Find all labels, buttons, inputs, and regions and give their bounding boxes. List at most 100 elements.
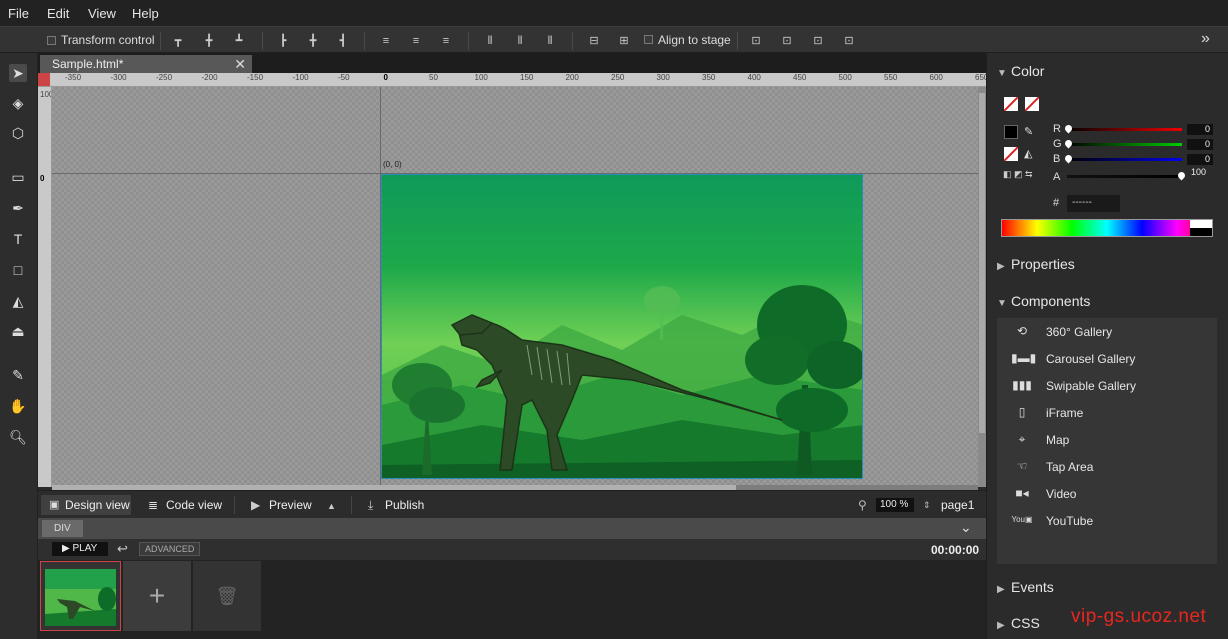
align-vcenter-icon[interactable]: ╋ — [203, 35, 215, 47]
select-tool-icon[interactable]: ➤ — [9, 64, 27, 82]
green-slider[interactable] — [1067, 143, 1182, 146]
space-horizontal-icon[interactable]: ⊟ — [588, 35, 600, 47]
align-to-stage-checkbox[interactable] — [644, 35, 653, 44]
preview-dropdown-icon[interactable]: ▲ — [327, 501, 336, 511]
pen-tool-icon[interactable]: ✒ — [9, 199, 27, 217]
match-all-icon[interactable]: ⊡ — [843, 35, 855, 47]
text-tool-icon[interactable]: T — [9, 230, 27, 248]
match-width-icon[interactable]: ⊡ — [750, 35, 762, 47]
rectangle-tool-icon[interactable]: □ — [9, 261, 27, 279]
distribute-bottom-icon[interactable]: ≡ — [440, 35, 452, 47]
fill-color-swatch[interactable] — [1004, 147, 1018, 161]
green-slider-handle[interactable] — [1063, 138, 1074, 149]
undo-icon[interactable]: ↩ — [117, 541, 128, 557]
stage-image[interactable] — [381, 174, 863, 479]
align-bottom-icon[interactable]: ┻ — [233, 35, 245, 47]
distribute-center-icon[interactable]: ⫴ — [514, 35, 526, 47]
menu-view[interactable]: View — [88, 6, 116, 21]
align-right-icon[interactable]: ┫ — [337, 35, 349, 47]
transform-3d-icon[interactable]: ◈ — [9, 94, 27, 112]
blue-slider-handle[interactable] — [1063, 153, 1074, 164]
video-icon: ■◂ — [1015, 486, 1029, 500]
design-view-button[interactable]: ▣ Design view — [41, 495, 131, 515]
toolbar: Transform control ┳ ╋ ┻ ┣ ╋ ┫ ≡ ≡ ≡ ⫴ ⫴ … — [0, 26, 1228, 53]
menu-help[interactable]: Help — [132, 6, 159, 21]
close-tab-icon[interactable]: ✕ — [234, 55, 246, 73]
match-size-icon[interactable]: ⊡ — [812, 35, 824, 47]
v-ruler-label-top: 100 — [40, 90, 51, 99]
spectrum-picker[interactable] — [1001, 219, 1213, 237]
advanced-button[interactable]: ADVANCED — [139, 542, 201, 556]
alpha-value[interactable]: 100 — [1191, 167, 1206, 177]
canvas-vertical-scrollbar[interactable] — [978, 87, 986, 487]
alpha-label: A — [1053, 171, 1061, 183]
stroke-none-swatch[interactable] — [1004, 97, 1018, 111]
red-slider-handle[interactable] — [1063, 123, 1074, 134]
preview-button[interactable]: Preview — [269, 498, 312, 512]
expand-toolbar-icon[interactable]: » — [1201, 30, 1210, 48]
component-map[interactable]: ⌖ Map — [997, 429, 1217, 451]
properties-section-header[interactable]: ▶ Properties — [997, 256, 1075, 272]
page-thumbnail[interactable] — [40, 561, 121, 631]
paint-bucket-icon[interactable]: ◭ — [9, 292, 27, 310]
ink-bottle-icon[interactable]: ⏏ — [9, 322, 27, 340]
collapse-timeline-icon[interactable]: ⌄ — [960, 519, 972, 536]
match-height-icon[interactable]: ⊡ — [781, 35, 793, 47]
align-top-icon[interactable]: ┳ — [172, 35, 184, 47]
hex-input[interactable]: ------ — [1067, 195, 1120, 212]
component-video[interactable]: ■◂ Video — [997, 483, 1217, 505]
zoom-tool-icon[interactable]: 🔍︎ — [9, 428, 27, 446]
red-value[interactable]: 0 — [1187, 124, 1213, 135]
play-label: PLAY — [72, 543, 98, 554]
component-carousel-gallery[interactable]: ▮▬▮ Carousel Gallery — [997, 348, 1217, 370]
breadcrumb-item[interactable]: DIV — [42, 520, 83, 537]
transform-control-checkbox[interactable] — [47, 36, 56, 45]
components-section-header[interactable]: ▼ Components — [997, 293, 1090, 309]
component-tap-area[interactable]: ☜ Tap Area — [997, 456, 1217, 478]
menu-bar: File Edit View Help — [0, 0, 1228, 26]
color-title: Color — [1011, 63, 1045, 79]
menu-edit[interactable]: Edit — [47, 6, 69, 21]
color-section-header[interactable]: ▼ Color — [997, 63, 1044, 79]
events-section-header[interactable]: ▶ Events — [997, 579, 1054, 595]
zoom-stepper-icon[interactable]: ⇕ — [923, 500, 931, 511]
component-youtube[interactable]: You▣ YouTube — [997, 510, 1217, 532]
blue-slider[interactable] — [1067, 158, 1182, 161]
code-view-button[interactable]: Code view — [166, 498, 222, 512]
events-title: Events — [1011, 579, 1054, 595]
design-canvas[interactable]: (0, 0) — [52, 87, 978, 487]
tag-tool-icon[interactable]: ▭ — [9, 168, 27, 186]
distribute-top-icon[interactable]: ≡ — [380, 35, 392, 47]
delete-page-button[interactable]: 🗑 — [193, 561, 261, 631]
css-section-header[interactable]: ▶ CSS — [997, 615, 1040, 631]
red-slider[interactable] — [1067, 128, 1182, 131]
swap-colors-icon[interactable]: ◧ ◩ ⇆ — [1003, 169, 1033, 180]
page-selector[interactable]: page1 — [941, 498, 974, 512]
publish-button[interactable]: Publish — [385, 498, 424, 512]
menu-file[interactable]: File — [8, 6, 29, 21]
align-left-icon[interactable]: ┣ — [277, 35, 289, 47]
component-swipable-gallery[interactable]: ▮▮▮ Swipable Gallery — [997, 375, 1217, 397]
distribute-left-icon[interactable]: ⫴ — [484, 35, 496, 47]
hand-tool-icon[interactable]: ✋ — [9, 397, 27, 415]
fill-none-swatch[interactable] — [1025, 97, 1039, 111]
document-tab[interactable]: Sample.html* ✕ — [40, 55, 252, 73]
zoom-input[interactable]: 100 % — [876, 498, 914, 512]
component-360-gallery[interactable]: ⟲ 360° Gallery — [997, 321, 1217, 343]
distribute-right-icon[interactable]: ⫴ — [544, 35, 556, 47]
blue-value[interactable]: 0 — [1187, 154, 1213, 165]
distribute-middle-icon[interactable]: ≡ — [410, 35, 422, 47]
h-ruler-label: 200 — [565, 73, 579, 82]
alpha-slider-handle[interactable] — [1176, 170, 1187, 181]
component-iframe[interactable]: ▯ iFrame — [997, 402, 1217, 424]
space-vertical-icon[interactable]: ⊞ — [618, 35, 630, 47]
eyedropper-icon[interactable]: ✎ — [9, 366, 27, 384]
horizontal-ruler: -350 -300 -250 -200 -150 -100 -50 0 50 100 150 200 2… — [38, 73, 986, 87]
rotate-3d-icon[interactable]: ⬡ — [9, 124, 27, 142]
play-button[interactable]: ▶ PLAY — [52, 542, 108, 556]
add-page-button[interactable]: + — [123, 561, 191, 631]
green-value[interactable]: 0 — [1187, 139, 1213, 150]
align-hcenter-icon[interactable]: ╋ — [307, 35, 319, 47]
stroke-color-swatch[interactable] — [1004, 125, 1018, 139]
alpha-slider[interactable] — [1067, 175, 1182, 178]
